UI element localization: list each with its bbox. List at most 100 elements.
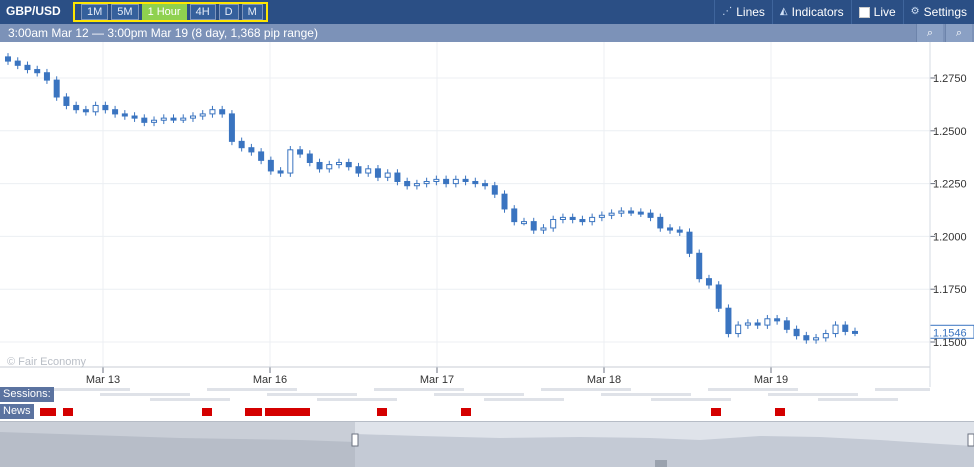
candle bbox=[764, 318, 771, 326]
gear-icon: ⚙ bbox=[910, 6, 920, 17]
timeframe-d-button[interactable]: D bbox=[218, 4, 239, 20]
candle bbox=[803, 335, 810, 341]
candle bbox=[482, 183, 489, 187]
lines-button[interactable]: ⋰ Lines bbox=[714, 0, 772, 24]
live-label: Live bbox=[873, 5, 896, 19]
candle bbox=[452, 178, 459, 185]
candle bbox=[316, 161, 323, 170]
indicators-button[interactable]: ◭ Indicators bbox=[771, 0, 851, 24]
candle bbox=[238, 140, 245, 149]
candle bbox=[462, 178, 469, 182]
session-bar bbox=[434, 393, 524, 396]
candle bbox=[598, 214, 605, 218]
candle bbox=[53, 79, 60, 98]
candle bbox=[73, 104, 80, 111]
candle bbox=[5, 56, 11, 62]
candle bbox=[725, 307, 732, 335]
candle bbox=[852, 330, 858, 334]
candle bbox=[540, 227, 547, 231]
candle bbox=[277, 170, 284, 174]
candle bbox=[520, 221, 527, 225]
zoom-out-button[interactable]: ⌕ bbox=[945, 24, 972, 42]
news-strip bbox=[40, 408, 785, 416]
timeframe-4h-button[interactable]: 4H bbox=[189, 4, 216, 20]
sessions-label: Sessions: bbox=[0, 387, 54, 402]
sessions-strip bbox=[40, 388, 930, 401]
settings-label: Settings bbox=[923, 5, 967, 19]
session-bar bbox=[317, 398, 397, 401]
symbol-label[interactable]: GBP/USD bbox=[6, 4, 61, 18]
candle bbox=[287, 149, 294, 174]
candle bbox=[228, 113, 235, 142]
candle bbox=[579, 219, 586, 223]
x-tick-label: Mar 17 bbox=[420, 374, 454, 386]
candle bbox=[131, 115, 138, 119]
candle bbox=[559, 216, 566, 221]
candle bbox=[550, 219, 557, 229]
y-axis: 1.27501.25001.22501.20001.17501.15001.15… bbox=[929, 73, 974, 349]
candle bbox=[151, 119, 158, 123]
x-tick-label: Mar 16 bbox=[253, 374, 287, 386]
session-bar bbox=[484, 398, 564, 401]
candle bbox=[618, 210, 625, 214]
timeframe-5m-button[interactable]: 5M bbox=[111, 4, 139, 20]
live-checkbox[interactable] bbox=[858, 6, 870, 18]
session-bar bbox=[267, 393, 357, 396]
navigator-overview bbox=[0, 422, 974, 467]
candle bbox=[589, 216, 596, 223]
price-chart[interactable]: 1.27501.25001.22501.20001.17501.15001.15… bbox=[0, 42, 974, 387]
candle bbox=[443, 178, 450, 185]
lines-icon: ⋰ bbox=[722, 6, 733, 17]
candle bbox=[374, 168, 381, 178]
zoom-in-button[interactable]: ⌕ bbox=[916, 24, 943, 42]
news-marker bbox=[63, 408, 73, 416]
timeframe-1m-button[interactable]: 1M bbox=[81, 4, 109, 20]
candle bbox=[822, 333, 829, 339]
news-marker bbox=[775, 408, 785, 416]
candle bbox=[102, 104, 109, 111]
chart-toolbar: GBP/USD 1M 5M 1 Hour 4H D M ⋰ Lines ◭ In… bbox=[0, 0, 974, 24]
candle bbox=[501, 193, 508, 210]
candle bbox=[92, 104, 99, 113]
indicators-icon: ◭ bbox=[779, 6, 788, 17]
news-marker bbox=[46, 408, 56, 416]
session-bar bbox=[100, 393, 190, 396]
candle bbox=[297, 149, 304, 155]
timeframe-selector: 1M 5M 1 Hour 4H D M bbox=[73, 2, 268, 22]
candle bbox=[180, 117, 187, 121]
y-tick-label: 1.2000 bbox=[933, 231, 967, 243]
x-tick-label: Mar 13 bbox=[86, 374, 120, 386]
candle bbox=[705, 278, 712, 286]
news-marker bbox=[300, 408, 310, 416]
candle bbox=[34, 69, 41, 74]
candle bbox=[530, 221, 537, 231]
candle bbox=[24, 64, 31, 71]
candle bbox=[676, 229, 683, 233]
toolbar-right: ⋰ Lines ◭ Indicators Live ⚙ Settings bbox=[714, 0, 974, 24]
timeframe-1h-button[interactable]: 1 Hour bbox=[141, 4, 187, 20]
news-label: News bbox=[0, 404, 34, 419]
chart-navigator[interactable] bbox=[0, 421, 974, 467]
candle bbox=[628, 210, 635, 214]
candle bbox=[326, 164, 333, 170]
zoom-out-icon: ⌕ bbox=[955, 27, 963, 39]
live-toggle[interactable]: Live bbox=[850, 0, 903, 24]
copyright-text: © Fair Economy bbox=[7, 356, 87, 368]
session-bar bbox=[651, 398, 731, 401]
candle bbox=[793, 328, 800, 337]
navigator-handle-right[interactable] bbox=[967, 433, 974, 447]
session-bar bbox=[768, 393, 858, 396]
timeframe-m-button[interactable]: M bbox=[241, 4, 263, 20]
navigator-handle-left[interactable] bbox=[351, 433, 359, 447]
settings-button[interactable]: ⚙ Settings bbox=[902, 0, 974, 24]
candle bbox=[121, 113, 128, 117]
indicators-label: Indicators bbox=[791, 5, 844, 19]
plot-area bbox=[0, 42, 930, 387]
session-bar bbox=[374, 388, 464, 391]
candle bbox=[345, 161, 352, 168]
magnifier-icon: ⌕ bbox=[926, 27, 934, 39]
candle bbox=[657, 216, 664, 229]
y-tick-label: 1.1750 bbox=[933, 284, 967, 296]
session-bar bbox=[541, 388, 631, 391]
news-marker bbox=[283, 408, 293, 416]
